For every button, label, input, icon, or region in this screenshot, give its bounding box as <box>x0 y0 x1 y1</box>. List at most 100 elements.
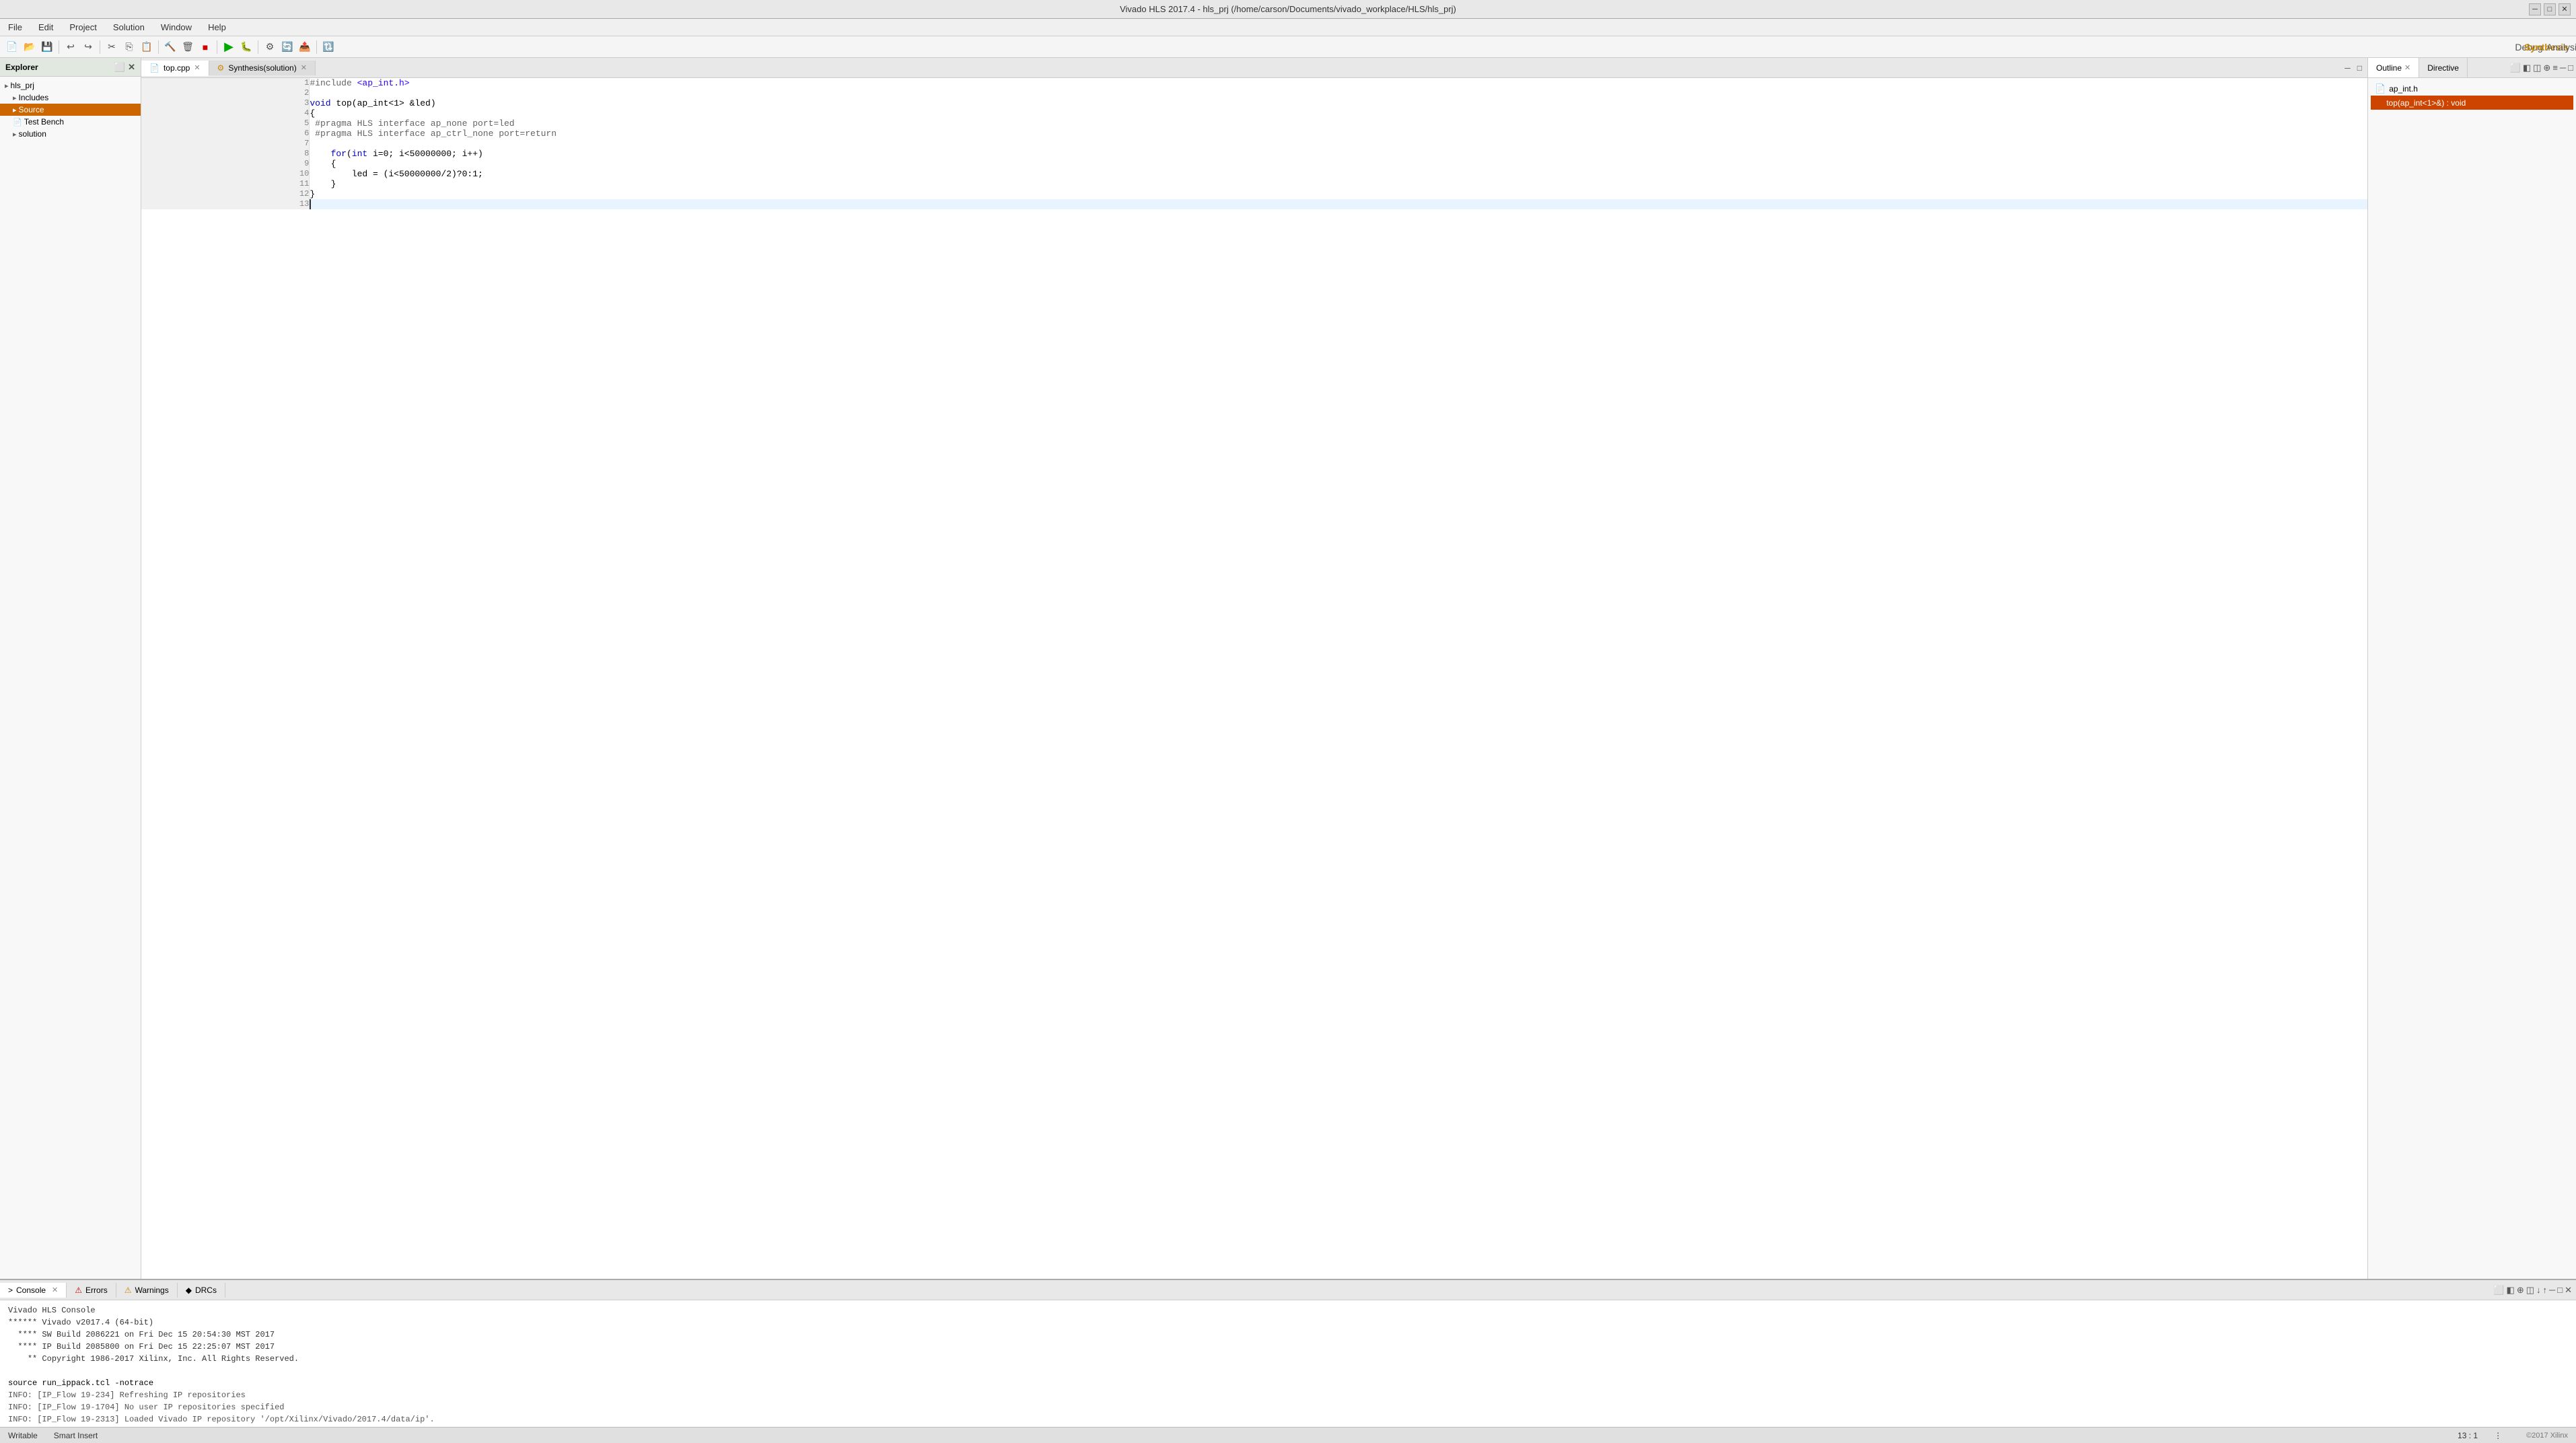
tab-close-icon[interactable]: ✕ <box>194 63 200 72</box>
refresh-button[interactable]: 🔃 <box>320 39 336 55</box>
tab-outline[interactable]: Outline ✕ <box>2368 58 2419 77</box>
line-number: 13 <box>141 199 310 209</box>
code-editor[interactable]: 1 #include <ap_int.h> 2 3 void top(ap_in… <box>141 78 2367 1279</box>
line-content[interactable]: { <box>310 108 2367 118</box>
function-icon: ◉ <box>2375 97 2383 108</box>
paste-button[interactable]: 📋 <box>139 39 155 55</box>
code-line-12: 12 } <box>141 189 2367 199</box>
outline-tree: 📄 ap_int.h ◉ top(ap_int<1>&) : void <box>2368 78 2576 1279</box>
bottom-ctrl-3[interactable]: ⊕ <box>2517 1285 2524 1296</box>
right-panel-icon-1[interactable]: ⬜ <box>2510 63 2521 73</box>
minimize-editor-icon[interactable]: ─ <box>2342 62 2353 74</box>
line-content[interactable]: #pragma HLS interface ap_none port=led <box>310 118 2367 129</box>
cosim-button[interactable]: 🔄 <box>279 39 295 55</box>
maximize-editor-icon[interactable]: □ <box>2355 62 2365 74</box>
synth-button[interactable]: ⚙ <box>262 39 278 55</box>
right-panel-maximize[interactable]: □ <box>2568 63 2573 73</box>
tree-item-includes[interactable]: ▸ Includes <box>0 92 141 104</box>
outline-label: top(ap_int<1>&) : void <box>2386 98 2466 108</box>
tab-top-cpp[interactable]: 📄 top.cpp ✕ <box>141 61 209 76</box>
line-content[interactable]: #include <ap_int.h> <box>310 78 2367 88</box>
explorer-close-icon[interactable]: ✕ <box>128 62 135 73</box>
tab-close-icon[interactable]: ✕ <box>301 63 307 72</box>
expand-icon: ▸ <box>13 106 17 114</box>
outline-close-icon[interactable]: ✕ <box>2404 63 2410 72</box>
code-line-7: 7 <box>141 139 2367 149</box>
bottom-ctrl-2[interactable]: ◧ <box>2507 1285 2515 1296</box>
debug-button[interactable]: 🐛 <box>238 39 254 55</box>
tab-warnings[interactable]: ⚠ Warnings <box>116 1283 178 1298</box>
console-line-2: **** SW Build 2086221 on Fri Dec 15 20:5… <box>8 1329 2568 1341</box>
tree-item-source[interactable]: ▸ Source <box>0 104 141 116</box>
line-content[interactable]: led = (i<50000000/2)?0:1; <box>310 169 2367 179</box>
save-button[interactable]: 💾 <box>39 39 55 55</box>
tree-item-hls-prj[interactable]: ▸ hls_prj <box>0 79 141 92</box>
clean-button[interactable]: 🗑 <box>180 39 196 55</box>
bottom-ctrl-4[interactable]: ◫ <box>2526 1285 2534 1296</box>
stop-button[interactable]: ■ <box>197 39 213 55</box>
status-more-icon[interactable]: ⋮ <box>2494 1431 2502 1440</box>
bottom-ctrl-1[interactable]: ⬜ <box>2493 1285 2504 1296</box>
line-content[interactable] <box>310 199 2367 209</box>
bottom-minimize[interactable]: ─ <box>2549 1285 2555 1296</box>
redo-button[interactable]: ↪ <box>80 39 96 55</box>
status-position: 13 : 1 <box>2458 1431 2478 1440</box>
right-panel-icon-2[interactable]: ◧ <box>2523 63 2531 73</box>
undo-button[interactable]: ↩ <box>63 39 79 55</box>
minimize-button[interactable]: ─ <box>2529 3 2541 15</box>
line-number: 5 <box>141 118 310 129</box>
tab-console[interactable]: > Console ✕ <box>0 1283 67 1298</box>
bottom-ctrl-5[interactable]: ↓ <box>2536 1285 2541 1296</box>
tab-directive[interactable]: Directive <box>2419 58 2468 77</box>
export-button[interactable]: 📤 <box>297 39 313 55</box>
console-tab-close[interactable]: ✕ <box>52 1286 58 1294</box>
cut-button[interactable]: ✂ <box>104 39 120 55</box>
errors-tab-label: Errors <box>85 1286 108 1295</box>
code-line-10: 10 led = (i<50000000/2)?0:1; <box>141 169 2367 179</box>
line-content[interactable]: } <box>310 179 2367 189</box>
right-panel-minimize[interactable]: ─ <box>2560 63 2566 73</box>
new-button[interactable]: 📄 <box>4 39 20 55</box>
tab-errors[interactable]: ⚠ Errors <box>67 1283 116 1298</box>
build-button[interactable]: 🔨 <box>162 39 178 55</box>
maximize-button[interactable]: □ <box>2544 3 2556 15</box>
menu-file[interactable]: File <box>5 21 25 34</box>
explorer-collapse-icon[interactable]: ⬜ <box>114 62 125 73</box>
close-button[interactable]: ✕ <box>2559 3 2571 15</box>
bottom-close[interactable]: ✕ <box>2565 1285 2572 1296</box>
menu-solution[interactable]: Solution <box>110 21 147 34</box>
expand-icon: ▸ <box>5 81 9 90</box>
bottom-ctrl-6[interactable]: ↑ <box>2543 1285 2548 1296</box>
drcs-icon: ◆ <box>186 1286 192 1295</box>
line-number: 7 <box>141 139 310 149</box>
open-button[interactable]: 📂 <box>22 39 38 55</box>
line-content[interactable]: { <box>310 159 2367 169</box>
line-content[interactable] <box>310 139 2367 149</box>
right-panel-icon-3[interactable]: ◫ <box>2533 63 2541 73</box>
right-panel-icon-5[interactable]: ≡ <box>2552 63 2558 73</box>
line-content[interactable]: } <box>310 189 2367 199</box>
tree-item-testbench[interactable]: 📄 Test Bench <box>0 116 141 128</box>
menu-help[interactable]: Help <box>205 21 229 34</box>
tree-label: Test Bench <box>24 117 64 127</box>
menu-project[interactable]: Project <box>67 21 99 34</box>
copy-button[interactable]: ⎘ <box>121 39 137 55</box>
line-content[interactable]: void top(ap_int<1> &led) <box>310 98 2367 108</box>
tab-synthesis[interactable]: ⚙ Synthesis(solution) ✕ <box>209 61 316 75</box>
menu-edit[interactable]: Edit <box>36 21 56 34</box>
line-content[interactable]: for(int i=0; i<50000000; i++) <box>310 149 2367 159</box>
right-panel-icon-4[interactable]: ⊕ <box>2543 63 2550 73</box>
tree-item-solution[interactable]: ▸ solution <box>0 128 141 140</box>
bottom-maximize[interactable]: □ <box>2557 1285 2563 1296</box>
status-right: 13 : 1 ⋮ ©2017 Xilinx <box>2458 1431 2568 1440</box>
analysis-perspective-button[interactable]: Analysis <box>2556 39 2572 55</box>
tab-drcs[interactable]: ◆ DRCs <box>178 1283 225 1298</box>
line-content[interactable]: #pragma HLS interface ap_ctrl_none port=… <box>310 129 2367 139</box>
outline-item-ap-int-h[interactable]: 📄 ap_int.h <box>2371 82 2573 96</box>
run-button[interactable]: ▶ <box>221 39 237 55</box>
line-content[interactable] <box>310 88 2367 98</box>
main-area: Explorer ⬜ ✕ ▸ hls_prj ▸ Includes ▸ Sour… <box>0 58 2576 1279</box>
console-info-1: INFO: [IP_Flow 19-234] Refreshing IP rep… <box>8 1389 2568 1401</box>
outline-item-top-func[interactable]: ◉ top(ap_int<1>&) : void <box>2371 96 2573 110</box>
menu-window[interactable]: Window <box>158 21 194 34</box>
